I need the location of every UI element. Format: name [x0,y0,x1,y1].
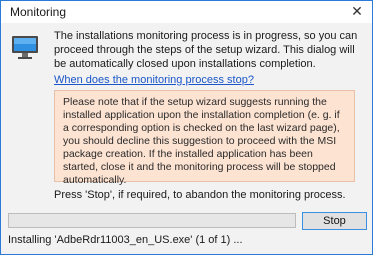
bottom-bar: Stop Installing 'AdbeRdr11003_en_US.exe'… [1,204,372,254]
monitor-icon [12,36,38,59]
close-icon[interactable]: ✕ [350,4,364,18]
status-text: Installing 'AdbeRdr11003_en_US.exe' (1 o… [8,234,243,246]
window-title: Monitoring [10,5,67,19]
stop-info-link[interactable]: When does the monitoring process stop? [54,74,254,86]
title-bar: Monitoring ✕ [1,1,372,23]
warning-note: Please note that if the setup wizard sug… [54,90,355,186]
progress-bar [8,213,296,228]
stop-button[interactable]: Stop [302,212,367,230]
info-message: The installations monitoring process is … [54,30,358,70]
dialog-content: The installations monitoring process is … [1,23,372,254]
stop-hint: Press 'Stop', if required, to abandon th… [54,189,346,201]
monitoring-dialog: Monitoring ✕ The installations monitorin… [0,0,373,255]
